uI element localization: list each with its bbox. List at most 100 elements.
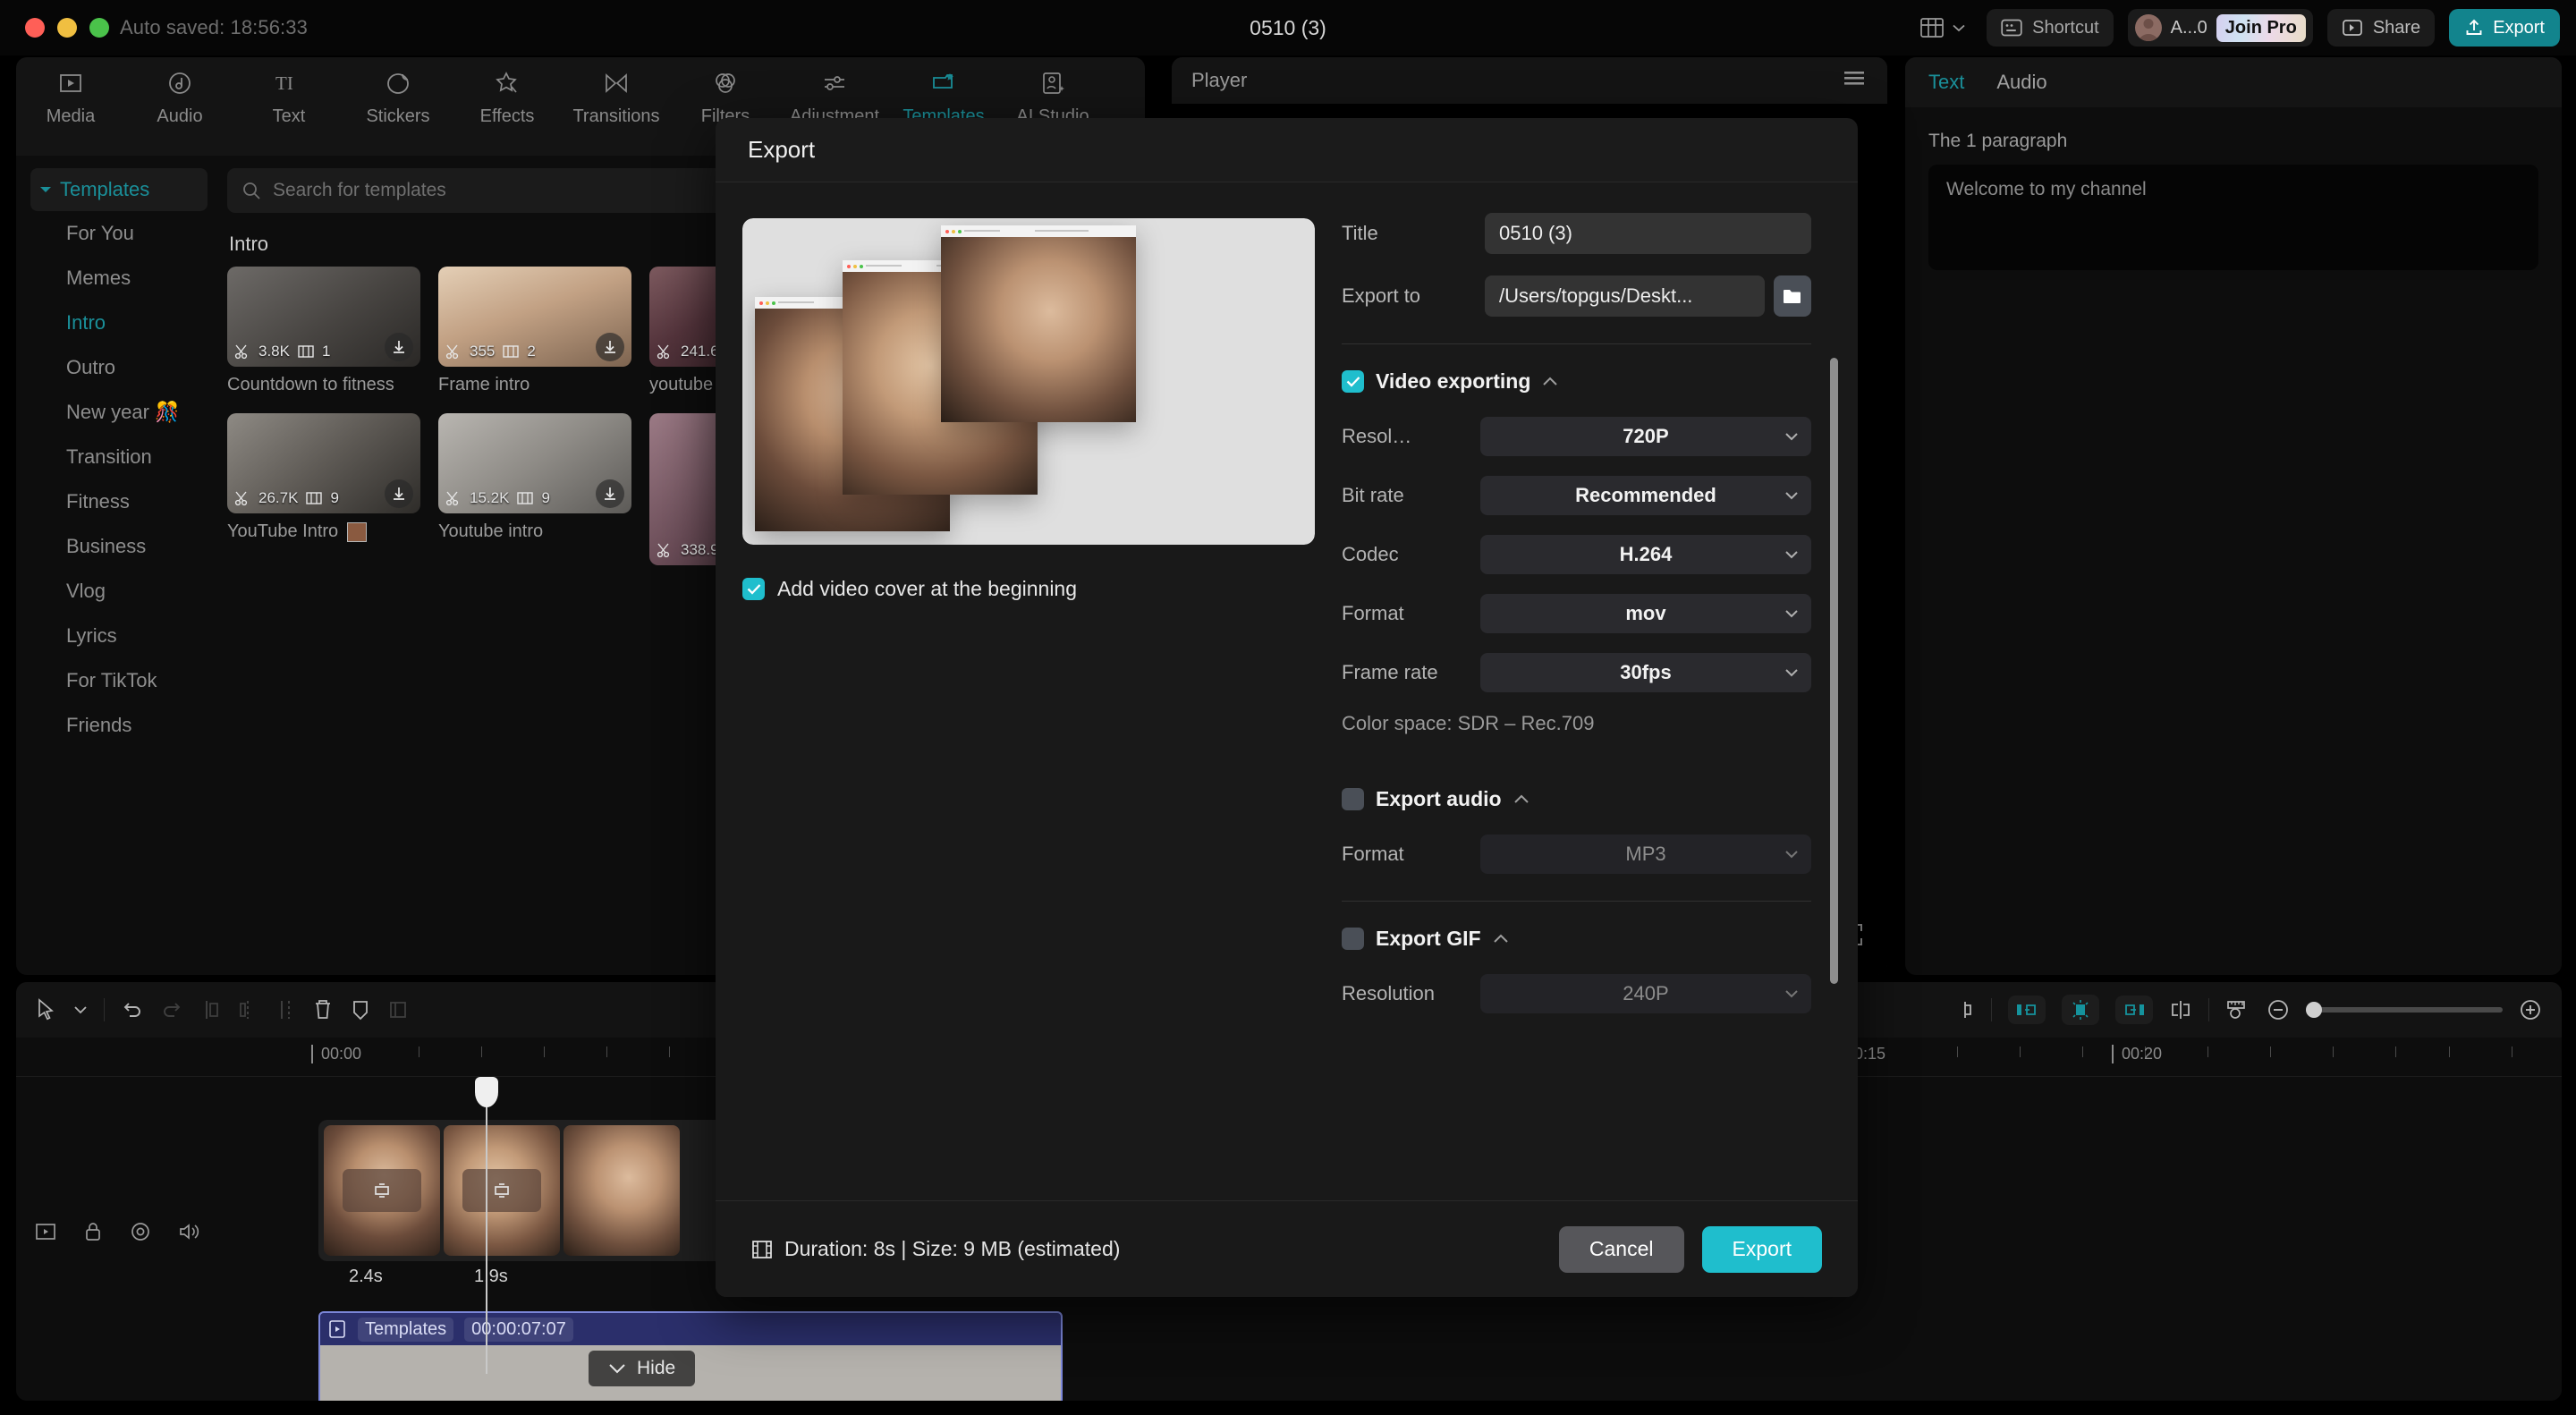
zoom-out-button[interactable] [2267, 998, 2290, 1021]
delete-button[interactable] [312, 998, 334, 1021]
sidebar-item-intro[interactable]: Intro [30, 301, 208, 345]
export-gif-checkbox[interactable] [1342, 928, 1364, 950]
chevron-up-icon[interactable] [1513, 794, 1530, 804]
crop-button[interactable] [387, 998, 409, 1021]
zoom-to-fit-button[interactable] [2225, 998, 2250, 1021]
download-template-button[interactable] [596, 479, 624, 508]
track-mute-button[interactable] [177, 1220, 200, 1248]
tab-transitions[interactable]: Transitions [562, 66, 671, 127]
search-input[interactable]: Search for templates [273, 180, 446, 201]
join-pro-button[interactable]: Join Pro [2216, 13, 2306, 42]
tab-effects[interactable]: Effects [453, 66, 562, 127]
share-button[interactable]: Share [2326, 9, 2436, 47]
paragraph-textarea[interactable]: Welcome to my channel [1928, 165, 2538, 270]
export-title-input[interactable]: 0510 (3) [1485, 213, 1811, 254]
template-track[interactable]: Templates 00:00:07:07 Hide [318, 1311, 1063, 1401]
zoom-in-button[interactable] [2519, 998, 2542, 1021]
tab-media[interactable]: Media [16, 66, 125, 127]
templates-category-header[interactable]: Templates [30, 168, 208, 211]
track-visibility-button[interactable] [129, 1220, 152, 1248]
sidebar-item-memes[interactable]: Memes [30, 256, 208, 301]
download-template-button[interactable] [596, 333, 624, 361]
account-button[interactable]: A...0 Join Pro [2127, 9, 2313, 47]
export-gif-header[interactable]: Export GIF [1342, 927, 1811, 951]
template-thumbnail[interactable]: 15.2K 9 [438, 413, 631, 513]
trim-start-button[interactable] [2008, 996, 2046, 1024]
sidebar-item-fitness[interactable]: Fitness [30, 479, 208, 524]
chevron-up-icon[interactable] [1542, 377, 1558, 386]
freeze-frame-button[interactable] [2062, 995, 2099, 1025]
template-thumbnail[interactable]: 355 2 [438, 267, 631, 367]
download-template-button[interactable] [385, 333, 413, 361]
trim-end-button[interactable] [2115, 996, 2153, 1024]
redo-button[interactable] [160, 999, 183, 1021]
export-button-titlebar[interactable]: Export [2449, 9, 2560, 47]
split-clip-button[interactable] [2169, 999, 2192, 1021]
bit-rate-select[interactable]: Recommended [1480, 476, 1811, 515]
tab-audio-inspector[interactable]: Audio [1996, 71, 2046, 94]
template-card[interactable]: 355 2 Frame intro [438, 267, 631, 395]
zoom-slider[interactable] [2306, 1002, 2503, 1018]
clip-thumbnail[interactable] [564, 1125, 680, 1256]
gif-resolution-select[interactable]: 240P [1480, 974, 1811, 1013]
sidebar-item-new-year[interactable]: New year 🎊 [30, 390, 208, 435]
tab-stickers[interactable]: Stickers [343, 66, 453, 127]
template-thumbnail[interactable]: 26.7K 9 [227, 413, 420, 513]
sidebar-item-business[interactable]: Business [30, 524, 208, 569]
tab-text-inspector[interactable]: Text [1928, 71, 1964, 94]
playhead[interactable] [475, 1077, 498, 1374]
undo-button[interactable] [121, 999, 144, 1021]
sidebar-item-lyrics[interactable]: Lyrics [30, 614, 208, 658]
video-exporting-checkbox[interactable] [1342, 370, 1364, 393]
export-audio-checkbox[interactable] [1342, 788, 1364, 810]
hide-track-button[interactable]: Hide [589, 1351, 696, 1386]
clip-thumbnail[interactable] [444, 1125, 560, 1256]
download-template-button[interactable] [385, 479, 413, 508]
export-dialog-title: Export [716, 118, 1858, 182]
add-video-cover-row[interactable]: Add video cover at the beginning [742, 577, 1342, 601]
split-button[interactable] [237, 998, 258, 1021]
sidebar-item-vlog[interactable]: Vlog [30, 569, 208, 614]
export-confirm-button[interactable]: Export [1701, 1225, 1822, 1273]
bit-rate-label: Bit rate [1342, 484, 1404, 506]
frame-rate-value: 30fps [1620, 661, 1672, 683]
tab-text[interactable]: TI Text [234, 66, 343, 127]
export-audio-header[interactable]: Export audio [1342, 787, 1811, 811]
track-lock-button[interactable] [82, 1220, 104, 1248]
split-right-button[interactable] [275, 998, 296, 1021]
tab-audio[interactable]: Audio [125, 66, 234, 127]
template-track-body[interactable]: Hide [320, 1345, 1061, 1401]
sidebar-item-outro[interactable]: Outro [30, 345, 208, 390]
sidebar-item-for-you[interactable]: For You [30, 211, 208, 256]
sidebar-item-for-tiktok[interactable]: For TikTok [30, 658, 208, 703]
template-thumbnail[interactable]: 3.8K 1 [227, 267, 420, 367]
frame-rate-select[interactable]: 30fps [1480, 653, 1811, 692]
browse-folder-button[interactable] [1774, 275, 1811, 317]
video-format-select[interactable]: mov [1480, 594, 1811, 633]
audio-format-select[interactable]: MP3 [1480, 835, 1811, 874]
layout-button[interactable] [1913, 13, 1972, 43]
mirror-button[interactable] [1953, 998, 1975, 1021]
track-preview-button[interactable] [34, 1220, 57, 1248]
codec-select[interactable]: H.264 [1480, 535, 1811, 574]
clip-thumbnail[interactable] [324, 1125, 440, 1256]
video-exporting-header[interactable]: Video exporting [1342, 369, 1811, 394]
export-path-input[interactable]: /Users/topgus/Deskt... [1485, 275, 1765, 317]
split-left-button[interactable] [199, 998, 221, 1021]
chevron-up-icon[interactable] [1493, 934, 1509, 944]
player-menu-button[interactable] [1841, 68, 1868, 93]
select-tool-button[interactable] [36, 998, 57, 1021]
marker-button[interactable] [350, 998, 371, 1021]
settings-scrollbar[interactable] [1830, 358, 1838, 984]
cancel-button[interactable]: Cancel [1558, 1225, 1684, 1273]
add-video-cover-checkbox[interactable] [742, 578, 765, 600]
sidebar-item-friends[interactable]: Friends [30, 703, 208, 748]
shortcut-button[interactable]: Shortcut [1987, 9, 2114, 47]
resolution-select[interactable]: 720P [1480, 417, 1811, 456]
select-tool-dropdown[interactable] [73, 1005, 88, 1014]
template-card[interactable]: 15.2K 9 Youtube intro [438, 413, 631, 565]
sidebar-item-transition[interactable]: Transition [30, 435, 208, 479]
template-card[interactable]: 26.7K 9 YouTube Intro [227, 413, 420, 565]
template-card[interactable]: 3.8K 1 Countdown to fitness [227, 267, 420, 395]
zoom-slider-knob[interactable] [2306, 1002, 2322, 1018]
